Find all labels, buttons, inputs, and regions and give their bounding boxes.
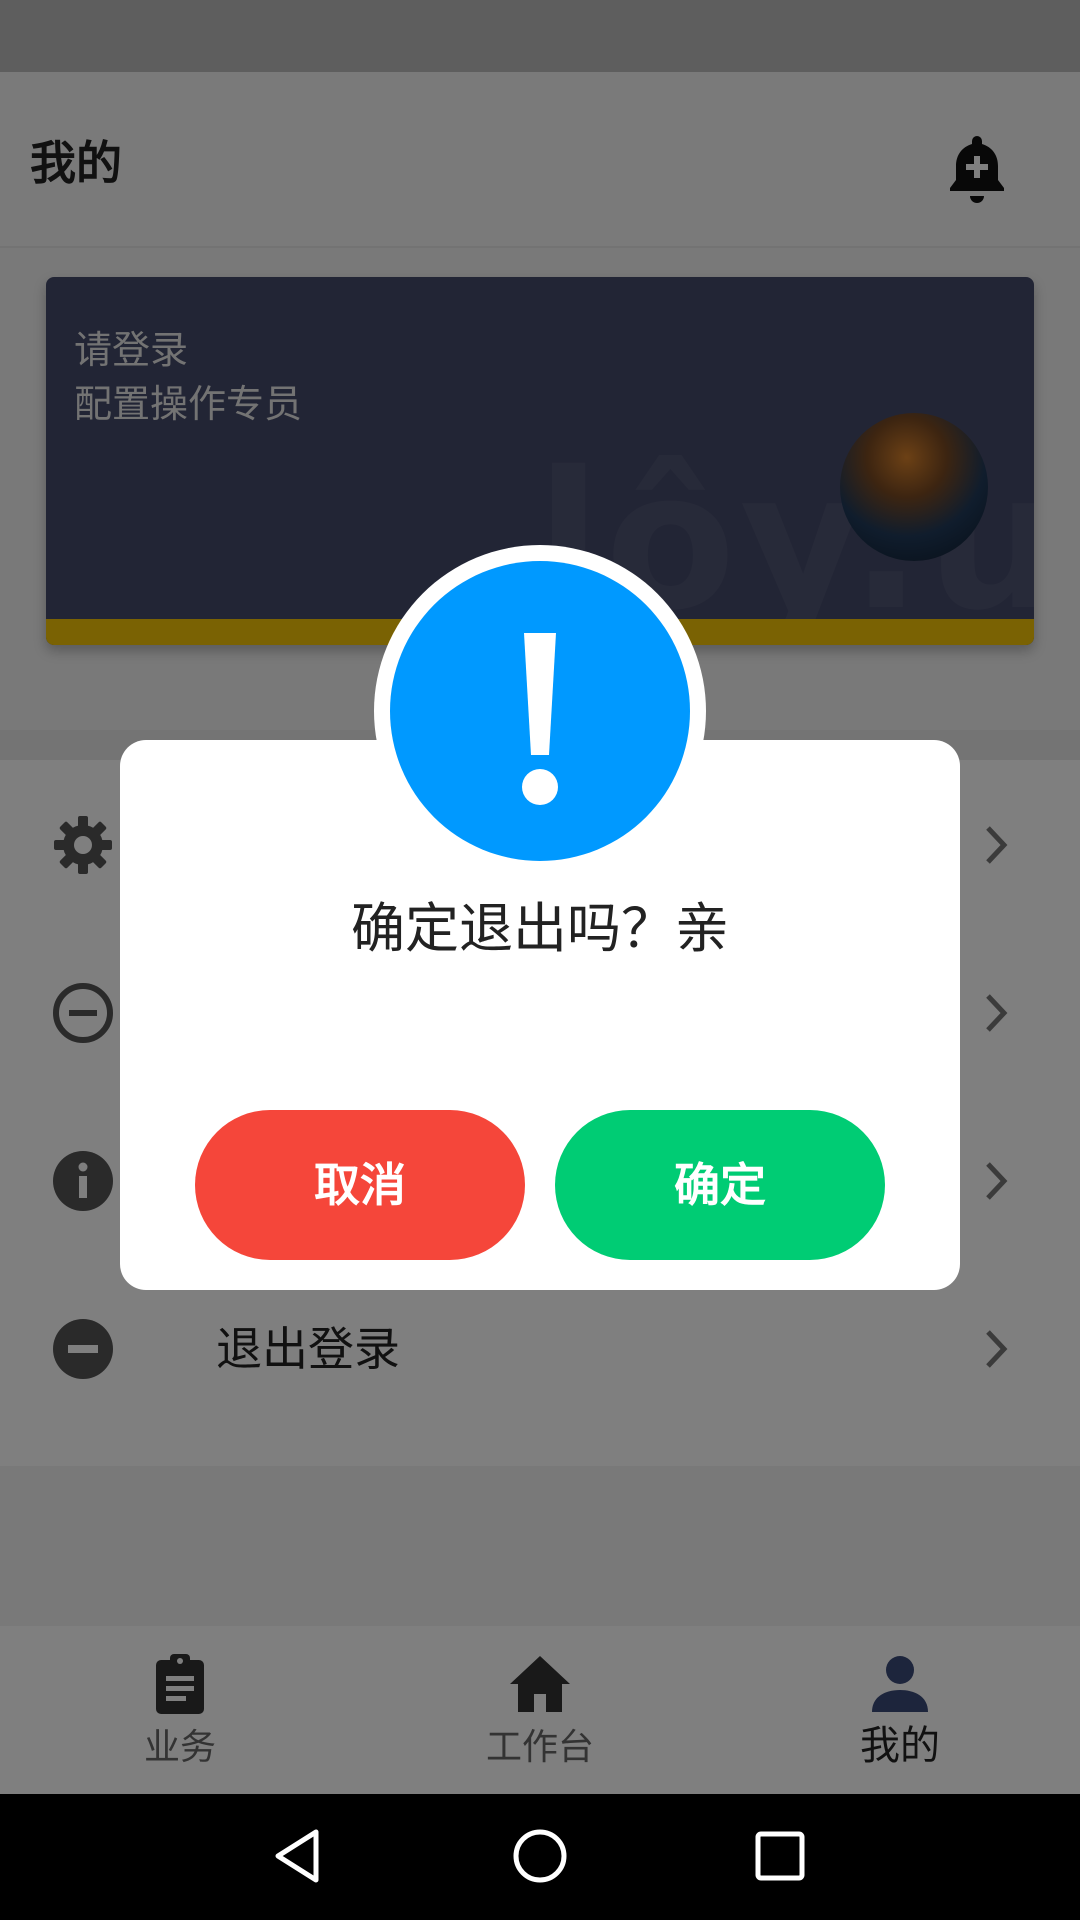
cancel-button[interactable]: 取消: [195, 1110, 525, 1260]
back-icon[interactable]: [270, 1826, 330, 1886]
alert-icon-circle: [390, 561, 690, 861]
dialog-message: 确定退出吗？亲: [351, 897, 729, 960]
recents-icon[interactable]: [750, 1826, 810, 1886]
exclamation-icon: [522, 633, 558, 805]
home-circle-icon[interactable]: [510, 1826, 570, 1886]
confirm-button[interactable]: 确定: [555, 1110, 885, 1260]
system-nav-bar: [0, 1794, 1080, 1920]
